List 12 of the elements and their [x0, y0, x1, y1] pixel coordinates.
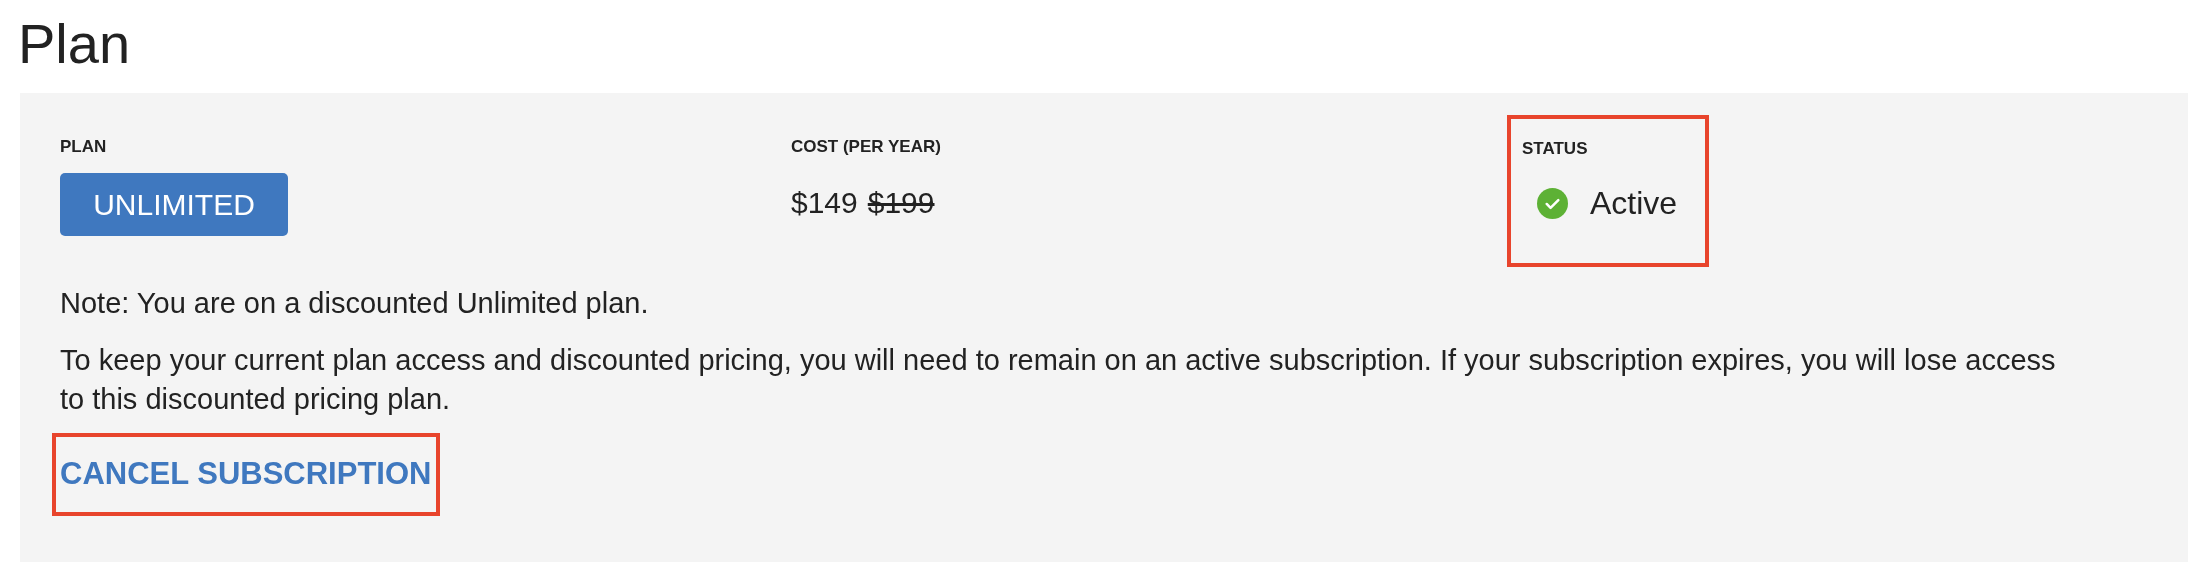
plan-badge: UNLIMITED: [60, 173, 288, 236]
description-text: To keep your current plan access and discounted pricing, you will need to remain on an active subscription. If your subscription expires, you will lose access to this discounted pricing plan.: [60, 343, 2057, 417]
price: $149: [791, 185, 858, 221]
note-text: Note: You are on a discounted Unlimited plan.: [60, 286, 650, 321]
column-label: COST (PER YEAR): [791, 137, 942, 157]
page-title: Plan: [17, 11, 132, 77]
status-text: Active: [1590, 184, 1678, 223]
cancel-subscription-link[interactable]: CANCEL SUBSCRIPTION: [60, 451, 432, 498]
check-circle-icon: [1537, 187, 1568, 219]
column-label: STATUS: [1522, 139, 1589, 159]
original-price: $199: [867, 185, 935, 221]
column-label: PLAN: [60, 137, 108, 157]
